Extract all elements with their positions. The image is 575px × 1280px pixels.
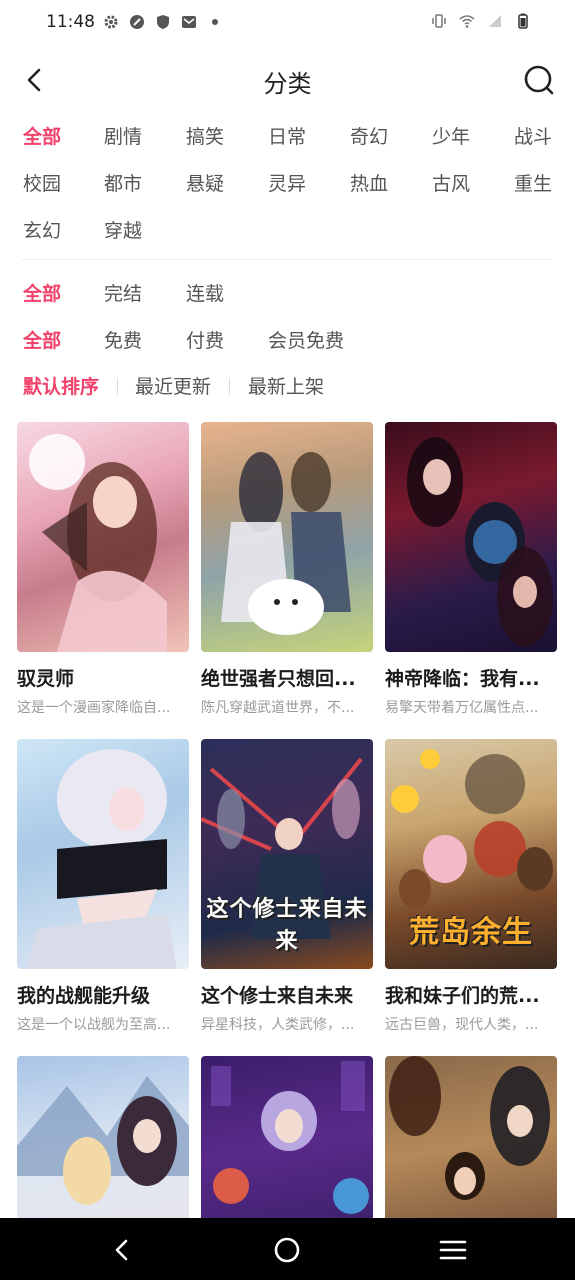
comic-title: 绝世强者只想回... (201, 668, 356, 690)
system-navigation-bar (0, 1218, 575, 1280)
comic-desc: 异星科技，人类武修，... (201, 1017, 355, 1033)
genre-chip[interactable]: 热血 (350, 169, 388, 196)
comic-cover (385, 422, 557, 652)
cover-title-art: 荒岛余生 (409, 915, 533, 950)
status-time: 11:48 (46, 12, 95, 32)
genre-chip[interactable]: 校园 (23, 169, 61, 196)
cover-illustration (407, 437, 553, 647)
nav-home-icon (274, 1237, 300, 1263)
vibrate-icon (432, 14, 446, 28)
genre-chip-all[interactable]: 全部 (23, 122, 61, 149)
comic-desc: 易擎天带着万亿属性点... (385, 700, 539, 716)
comic-desc: 这是一个以战舰为至高... (17, 1017, 171, 1033)
comic-card[interactable]: 我的战舰能升级 这是一个以战舰为至高... (17, 739, 189, 1034)
genre-chip[interactable]: 古风 (432, 169, 470, 196)
sort-separator (117, 378, 118, 395)
settings-icon (104, 15, 118, 29)
comic-cover (201, 422, 373, 652)
comic-desc: 这是一个漫画家降临自... (17, 700, 171, 716)
genre-chip[interactable]: 战斗 (514, 122, 552, 149)
page-title: 分类 (263, 70, 312, 98)
comic-desc: 陈凡穿越武道世界，不... (201, 700, 355, 716)
search-button[interactable] (519, 60, 559, 100)
status-right-icons (431, 13, 531, 29)
genre-chip[interactable]: 穿越 (104, 216, 142, 243)
genre-chip[interactable]: 奇幻 (350, 122, 388, 149)
genre-chip[interactable]: 搞笑 (186, 122, 224, 149)
mail-icon (182, 16, 196, 28)
price-chip-all[interactable]: 全部 (23, 326, 61, 353)
nav-home-button[interactable] (267, 1230, 307, 1270)
comic-desc: 远古巨兽，现代人类，... (385, 1017, 539, 1033)
battery-icon (518, 13, 528, 29)
comic-title: 我和妹子们的荒... (385, 985, 540, 1007)
status-left-icons (103, 14, 223, 30)
shield-icon (157, 15, 169, 29)
comic-card[interactable]: 绝世强者只想回... 陈凡穿越武道世界，不... (201, 422, 373, 717)
comic-title: 我的战舰能升级 (17, 985, 151, 1007)
cover-illustration (27, 749, 177, 969)
dot-icon (212, 19, 218, 25)
nav-back-button[interactable] (102, 1230, 142, 1270)
status-bar: 11:48 (0, 0, 575, 46)
comic-title: 驭灵师 (17, 668, 75, 690)
comic-cover: 这个修士来自未来 (201, 739, 373, 969)
genre-chip[interactable]: 都市 (104, 169, 142, 196)
sort-recent-update[interactable]: 最近更新 (135, 372, 211, 399)
nav-back-icon (115, 1239, 128, 1261)
genre-chip[interactable]: 灵异 (268, 169, 306, 196)
genre-chip[interactable]: 玄幻 (23, 216, 61, 243)
comic-cover (17, 422, 189, 652)
genre-chip[interactable]: 重生 (514, 169, 552, 196)
sort-separator (229, 378, 230, 395)
status-chip[interactable]: 连载 (186, 279, 224, 306)
genre-chip[interactable]: 少年 (432, 122, 470, 149)
sort-default[interactable]: 默认排序 (23, 372, 99, 399)
signal-icon (489, 15, 501, 27)
price-chip[interactable]: 免费 (104, 326, 142, 353)
divider (22, 259, 552, 260)
comic-card[interactable]: 神帝降临：我有... 易擎天带着万亿属性点... (385, 422, 557, 717)
comic-cover (17, 739, 189, 969)
comic-card[interactable]: 这个修士来自未来 这个修士来自未来 异星科技，人类武修，... (201, 739, 373, 1034)
sort-bar: 默认排序 最近更新 最新上架 (0, 372, 575, 400)
status-chip[interactable]: 完结 (104, 279, 142, 306)
top-app-bar: 分类 (0, 54, 575, 106)
cover-illustration (29, 434, 167, 652)
comic-title: 神帝降临：我有... (385, 668, 540, 690)
nav-recents-icon (439, 1240, 467, 1260)
vpn-icon (130, 15, 144, 29)
sort-new-release[interactable]: 最新上架 (248, 372, 324, 399)
comic-card[interactable]: 驭灵师 这是一个漫画家降临自... (17, 422, 189, 717)
status-chip-all[interactable]: 全部 (23, 279, 61, 306)
price-chip[interactable]: 会员免费 (268, 326, 344, 353)
comic-title: 这个修士来自未来 (201, 985, 354, 1007)
nav-recents-button[interactable] (433, 1230, 473, 1270)
comic-cover: 荒岛余生 (385, 739, 557, 969)
genre-chip[interactable]: 日常 (268, 122, 306, 149)
genre-chip[interactable]: 悬疑 (186, 169, 224, 196)
comic-card[interactable]: 荒岛余生 我和妹子们的荒... 远古巨兽，现代人类，... (385, 739, 557, 1034)
cover-title-art: 这个修士来自未来 (206, 897, 368, 954)
cover-illustration (221, 452, 351, 635)
wifi-icon (459, 15, 475, 28)
search-icon (524, 65, 554, 95)
price-chip[interactable]: 付费 (186, 326, 224, 353)
genre-chip[interactable]: 剧情 (104, 122, 142, 149)
